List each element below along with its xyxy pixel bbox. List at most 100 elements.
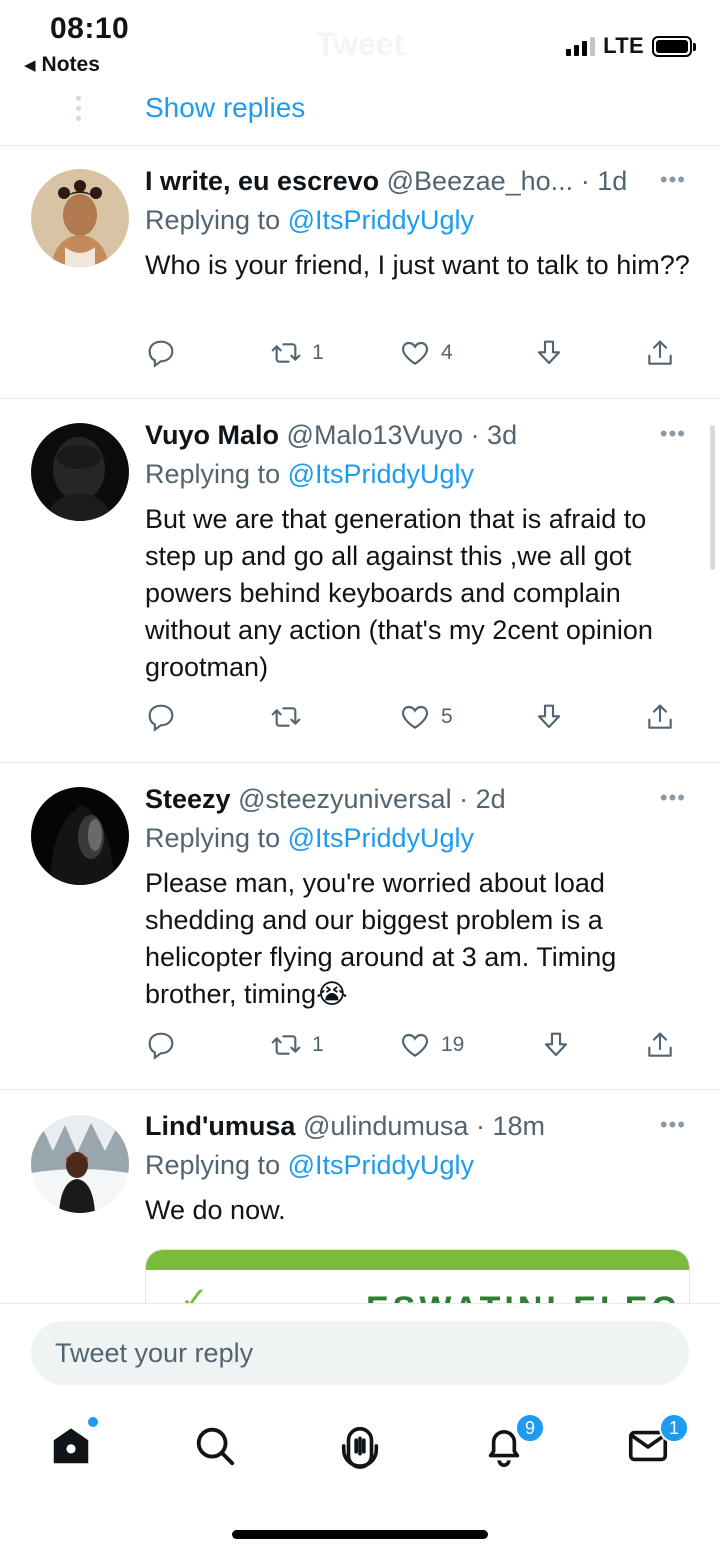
tweet-actions: 1 4 bbox=[145, 337, 690, 377]
tweet-header: Steezy @steezyuniversal · 2d bbox=[145, 781, 690, 817]
replying-label: Replying to bbox=[145, 1150, 288, 1180]
retweet-button[interactable]: 1 bbox=[270, 337, 324, 369]
user-handle[interactable]: @ulindumusa bbox=[303, 1111, 469, 1141]
tweet-time: · 18m bbox=[475, 1111, 545, 1141]
avatar[interactable] bbox=[31, 423, 129, 521]
tweet-detail-screen: Tweet 08:10 ◀ Notes LTE Show replies •••… bbox=[0, 0, 720, 1559]
mention-link[interactable]: @ItsPriddyUgly bbox=[288, 823, 474, 853]
replying-label: Replying to bbox=[145, 823, 288, 853]
mention-link[interactable]: @ItsPriddyUgly bbox=[288, 1150, 474, 1180]
reply-tweet[interactable]: ••• Steezy @steezyuniversal · 2d Replyin… bbox=[0, 763, 720, 1090]
tweet-text: Please man, you're worried about load sh… bbox=[145, 868, 617, 1009]
tab-messages[interactable]: 1 bbox=[625, 1413, 689, 1469]
display-name[interactable]: Vuyo Malo bbox=[145, 420, 279, 450]
reply-button[interactable] bbox=[145, 337, 177, 369]
retweet-icon bbox=[271, 343, 301, 363]
replying-to: Replying to @ItsPriddyUgly bbox=[145, 819, 690, 857]
tweet-time: · 2d bbox=[459, 784, 506, 814]
spaces-microphone-icon bbox=[341, 1427, 379, 1469]
bookmark-button[interactable] bbox=[533, 701, 565, 733]
like-count: 4 bbox=[441, 341, 453, 364]
tweet-body: Lind'umusa @ulindumusa · 18m Replying to… bbox=[145, 1108, 690, 1229]
retweet-count: 1 bbox=[312, 341, 324, 364]
avatar[interactable] bbox=[31, 787, 129, 885]
tab-notifications[interactable]: 9 bbox=[481, 1413, 545, 1469]
back-triangle-icon: ◀ bbox=[24, 57, 36, 74]
status-bar: Tweet 08:10 ◀ Notes LTE bbox=[0, 0, 720, 90]
show-replies-link[interactable]: Show replies bbox=[145, 92, 305, 124]
show-replies-row[interactable]: Show replies bbox=[0, 90, 720, 146]
replying-to: Replying to @ItsPriddyUgly bbox=[145, 1146, 690, 1184]
avatar[interactable] bbox=[31, 1115, 129, 1213]
cellular-signal-icon bbox=[566, 36, 596, 56]
like-button[interactable]: 19 bbox=[399, 1029, 464, 1061]
tab-spaces[interactable] bbox=[337, 1423, 383, 1469]
reply-tweet[interactable]: ••• I write, eu escrevo @Beezae_ho... · … bbox=[0, 147, 720, 399]
reply-button[interactable] bbox=[145, 1029, 177, 1061]
like-count: 5 bbox=[441, 705, 453, 728]
tweet-text: Who is your friend, I just want to talk … bbox=[145, 250, 690, 280]
replying-to: Replying to @ItsPriddyUgly bbox=[145, 201, 690, 239]
tweet-time: · 3d bbox=[470, 420, 518, 450]
retweet-button[interactable]: 1 bbox=[270, 1029, 324, 1061]
messages-badge: 1 bbox=[659, 1413, 689, 1443]
notifications-badge: 9 bbox=[515, 1413, 545, 1443]
reply-button[interactable] bbox=[145, 701, 177, 733]
share-icon bbox=[648, 704, 672, 729]
heart-icon bbox=[401, 1033, 429, 1057]
user-handle[interactable]: @Beezae_ho... bbox=[387, 166, 574, 196]
search-icon bbox=[196, 1427, 235, 1466]
bookmark-button[interactable] bbox=[540, 1029, 572, 1061]
display-name[interactable]: Steezy bbox=[145, 784, 231, 814]
reply-tweet[interactable]: ••• Vuyo Malo @Malo13Vuyo · 3d Replying … bbox=[0, 399, 720, 763]
scroll-indicator bbox=[710, 425, 715, 570]
tweet-header: Lind'umusa @ulindumusa · 18m bbox=[145, 1108, 690, 1144]
like-button[interactable]: 4 bbox=[399, 337, 453, 369]
tweet-body: I write, eu escrevo @Beezae_ho... · 1d R… bbox=[145, 163, 690, 284]
replying-label: Replying to bbox=[145, 459, 288, 489]
tweet-time: · 1d bbox=[580, 166, 628, 196]
tweet-body: Steezy @steezyuniversal · 2d Replying to… bbox=[145, 781, 690, 1013]
avatar[interactable] bbox=[31, 169, 129, 267]
user-handle[interactable]: @steezyuniversal bbox=[238, 784, 452, 814]
download-arrow-icon bbox=[544, 1032, 568, 1057]
home-indicator[interactable] bbox=[232, 1530, 488, 1539]
share-icon bbox=[648, 1032, 672, 1057]
battery-icon bbox=[652, 35, 696, 57]
tab-home[interactable] bbox=[48, 1417, 98, 1469]
user-handle[interactable]: @Malo13Vuyo bbox=[287, 420, 464, 450]
tweet-body: Vuyo Malo @Malo13Vuyo · 3d Replying to @… bbox=[145, 417, 690, 686]
share-button[interactable] bbox=[644, 701, 676, 733]
download-arrow-icon bbox=[537, 704, 561, 729]
display-name[interactable]: Lind'umusa bbox=[145, 1111, 295, 1141]
download-arrow-icon bbox=[537, 340, 561, 365]
home-notification-dot bbox=[88, 1417, 98, 1427]
mention-link[interactable]: @ItsPriddyUgly bbox=[288, 205, 474, 235]
back-to-app-button[interactable]: ◀ Notes bbox=[24, 53, 100, 77]
replying-to: Replying to @ItsPriddyUgly bbox=[145, 455, 690, 493]
reply-bar: Tweet your reply bbox=[0, 1303, 720, 1403]
share-button[interactable] bbox=[644, 337, 676, 369]
retweet-icon bbox=[271, 707, 301, 727]
tweet-header: Vuyo Malo @Malo13Vuyo · 3d bbox=[145, 417, 690, 453]
retweet-button[interactable] bbox=[270, 701, 312, 733]
reply-tweet[interactable]: ••• Lind'umusa @ulindumusa · 18m Replyin… bbox=[0, 1090, 720, 1329]
tweet-actions: 1 19 bbox=[145, 1029, 690, 1069]
heart-icon bbox=[401, 705, 429, 729]
like-button[interactable]: 5 bbox=[399, 701, 453, 733]
display-name[interactable]: I write, eu escrevo bbox=[145, 166, 379, 196]
tweet-text: But we are that generation that is afrai… bbox=[145, 504, 653, 682]
mention-link[interactable]: @ItsPriddyUgly bbox=[288, 459, 474, 489]
share-button[interactable] bbox=[644, 1029, 676, 1061]
tweet-reply-input[interactable]: Tweet your reply bbox=[31, 1321, 689, 1385]
replying-label: Replying to bbox=[145, 205, 288, 235]
bookmark-button[interactable] bbox=[533, 337, 565, 369]
share-icon bbox=[648, 340, 672, 365]
home-icon bbox=[53, 1428, 89, 1464]
status-indicators: LTE bbox=[566, 33, 696, 59]
tweet-text: We do now. bbox=[145, 1195, 286, 1225]
tweet-actions: 5 bbox=[145, 701, 690, 741]
retweet-icon bbox=[271, 1035, 301, 1055]
thread-dots-icon bbox=[76, 96, 81, 121]
tab-search[interactable] bbox=[192, 1423, 238, 1469]
